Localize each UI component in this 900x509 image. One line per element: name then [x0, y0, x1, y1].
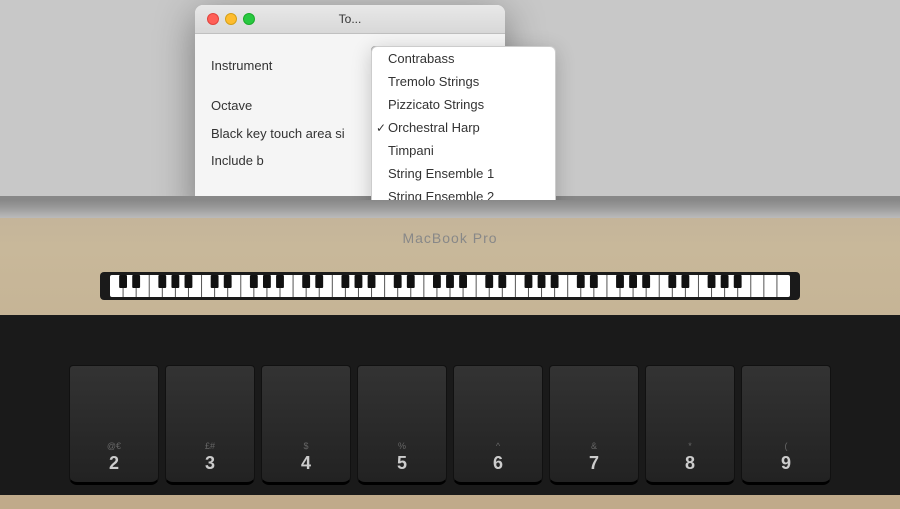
- key-6[interactable]: ^ 6: [453, 365, 543, 485]
- key-6-main: 6: [493, 453, 503, 474]
- dialog-body: Instrument Orchestral Harp Contrabass Tr…: [195, 34, 505, 200]
- key-9[interactable]: ( 9: [741, 365, 831, 485]
- instrument-row: Instrument Orchestral Harp Contrabass Tr…: [211, 46, 489, 84]
- include-label: Include b: [211, 153, 371, 168]
- touchbar[interactable]: [100, 272, 800, 300]
- piano-touchbar: [110, 275, 790, 297]
- key-5-top: %: [398, 441, 406, 451]
- key-7-top: &: [591, 441, 597, 451]
- dropdown-item-harp[interactable]: Orchestral Harp: [372, 116, 555, 139]
- black-key-label: Black key touch area si: [211, 126, 371, 141]
- dialog-window: To... Instrument Orchestral Harp Contrab…: [195, 5, 505, 200]
- key-8[interactable]: * 8: [645, 365, 735, 485]
- key-8-main: 8: [685, 453, 695, 474]
- key-3-top: £#: [205, 441, 215, 451]
- minimize-button[interactable]: [225, 13, 237, 25]
- key-9-top: (: [785, 441, 788, 451]
- dropdown-item-contrabass[interactable]: Contrabass: [372, 47, 555, 70]
- octave-label: Octave: [211, 98, 371, 113]
- key-3-main: 3: [205, 453, 215, 474]
- dropdown-item-string1[interactable]: String Ensemble 1: [372, 162, 555, 185]
- key-7-main: 7: [589, 453, 599, 474]
- macbook-body: MacBook Pro @€ 2 £# 3 $ 4: [0, 200, 900, 509]
- key-5[interactable]: % 5: [357, 365, 447, 485]
- keyboard-area: @€ 2 £# 3 $ 4 % 5 ^ 6 & 7 * 8 ( 9: [0, 315, 900, 495]
- key-4[interactable]: $ 4: [261, 365, 351, 485]
- key-5-main: 5: [397, 453, 407, 474]
- instrument-label: Instrument: [211, 58, 371, 73]
- key-3[interactable]: £# 3: [165, 365, 255, 485]
- dropdown-item-tremolo[interactable]: Tremolo Strings: [372, 70, 555, 93]
- window-title: To...: [339, 12, 362, 26]
- title-bar: To...: [195, 5, 505, 34]
- hinge: [0, 200, 900, 218]
- key-4-top: $: [303, 441, 308, 451]
- instrument-dropdown[interactable]: Contrabass Tremolo Strings Pizzicato Str…: [371, 46, 556, 200]
- dropdown-item-timpani[interactable]: Timpani: [372, 139, 555, 162]
- close-button[interactable]: [207, 13, 219, 25]
- macbook-label: MacBook Pro: [402, 230, 497, 246]
- key-2-main: 2: [109, 453, 119, 474]
- key-9-main: 9: [781, 453, 791, 474]
- key-6-top: ^: [496, 441, 500, 451]
- key-2-top: @€: [107, 441, 121, 451]
- key-4-main: 4: [301, 453, 311, 474]
- key-2[interactable]: @€ 2: [69, 365, 159, 485]
- dropdown-item-pizzicato[interactable]: Pizzicato Strings: [372, 93, 555, 116]
- maximize-button[interactable]: [243, 13, 255, 25]
- key-7[interactable]: & 7: [549, 365, 639, 485]
- screen-area: To... Instrument Orchestral Harp Contrab…: [0, 0, 900, 200]
- dropdown-item-string2[interactable]: String Ensemble 2: [372, 185, 555, 200]
- key-8-top: *: [688, 441, 692, 451]
